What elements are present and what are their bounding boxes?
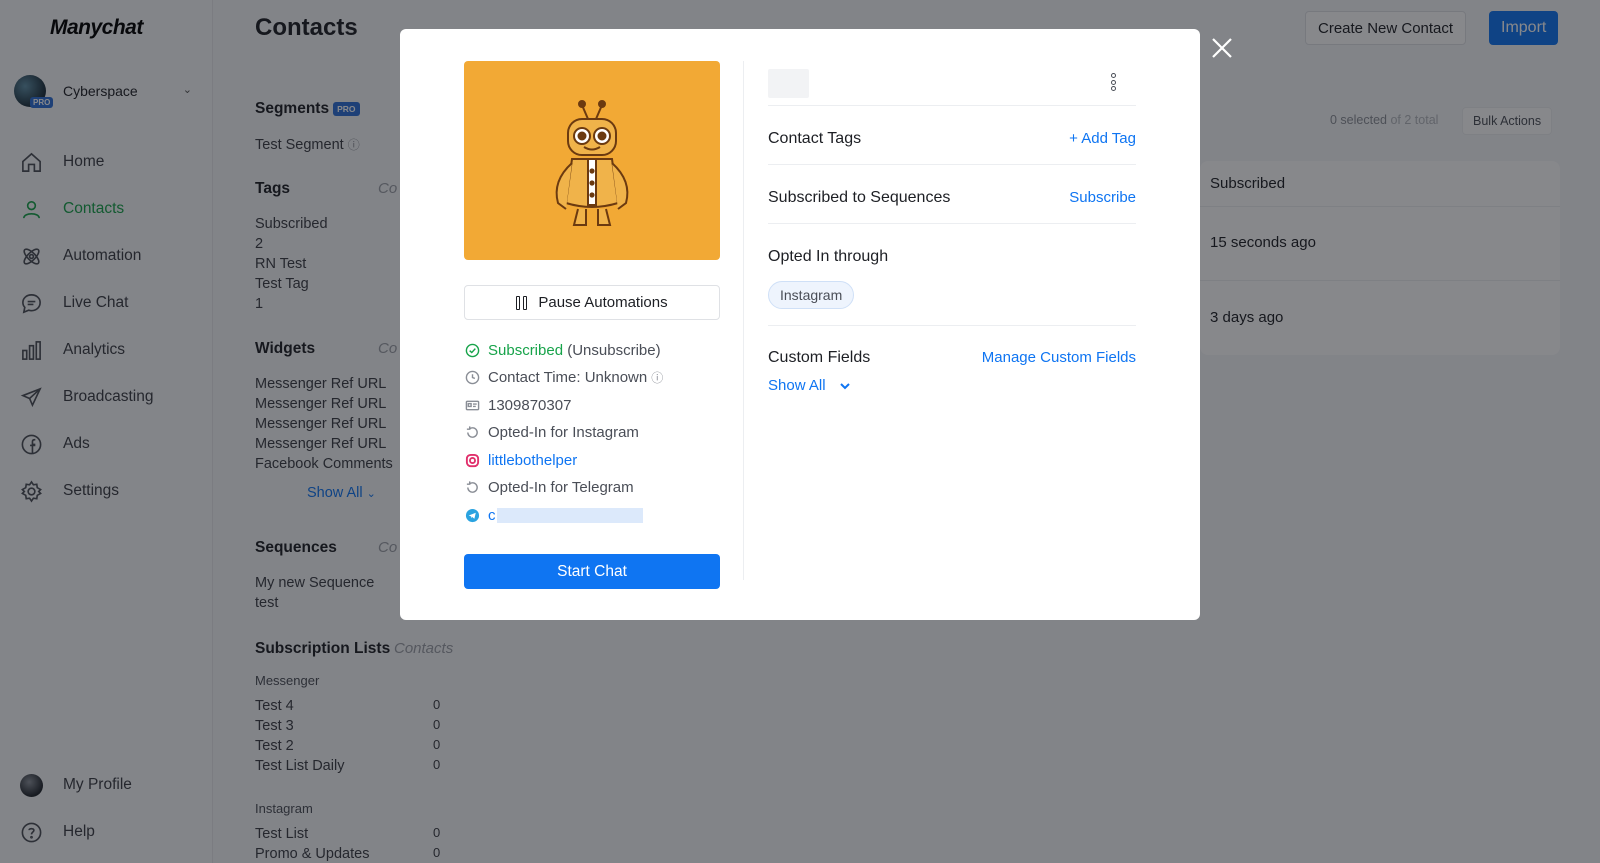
telegram-handle[interactable]: c <box>488 507 496 524</box>
opt-in-icon <box>464 479 480 495</box>
more-options-icon[interactable] <box>1105 71 1121 93</box>
redacted-text <box>496 507 643 523</box>
contact-time-row: Contact Time: Unknown ⓘ <box>464 366 663 388</box>
opt-in-icon <box>464 424 480 440</box>
pause-automations-button[interactable]: Pause Automations <box>464 285 720 320</box>
help-icon[interactable]: ⓘ <box>651 369 663 386</box>
show-all-label: Show All <box>768 377 826 394</box>
contact-id: 1309870307 <box>488 396 572 414</box>
clock-icon <box>464 369 480 385</box>
instagram-icon <box>464 452 480 468</box>
close-icon <box>1212 38 1232 58</box>
status-subscribed: Subscribed <box>488 341 564 359</box>
divider <box>768 105 1136 106</box>
divider <box>768 223 1136 224</box>
contact-time: Contact Time: Unknown <box>488 368 648 386</box>
divider <box>768 325 1136 326</box>
contact-avatar <box>464 61 720 260</box>
instagram-handle-row: littlebothelper <box>464 449 577 471</box>
pause-label: Pause Automations <box>538 294 668 311</box>
pause-icon <box>516 295 528 310</box>
opted-telegram-row: Opted-In for Telegram <box>464 476 634 498</box>
subscription-status: Subscribed (Unsubscribe) <box>464 339 661 361</box>
opted-instagram-row: Opted-In for Instagram <box>464 421 639 443</box>
start-chat-button[interactable]: Start Chat <box>464 554 720 589</box>
sequences-label: Subscribed to Sequences <box>768 189 951 206</box>
manage-custom-fields-link[interactable]: Manage Custom Fields <box>982 349 1136 366</box>
opted-telegram: Opted-In for Telegram <box>488 478 634 496</box>
unsubscribe-link[interactable]: (Unsubscribe) <box>567 342 660 359</box>
custom-fields-show-all[interactable]: Show All <box>768 377 851 394</box>
contact-modal: Pause Automations Subscribed (Unsubscrib… <box>400 29 1200 620</box>
divider <box>743 61 744 580</box>
robot-icon <box>555 99 629 226</box>
contact-name-placeholder <box>768 69 809 98</box>
telegram-handle-row: c <box>464 504 643 526</box>
chevron-down-icon <box>839 382 850 389</box>
opt-in-channel-chip: Instagram <box>768 281 855 309</box>
opted-instagram: Opted-In for Instagram <box>488 423 639 441</box>
instagram-handle[interactable]: littlebothelper <box>488 452 577 469</box>
contact-tags-label: Contact Tags <box>768 130 862 147</box>
subscribe-button[interactable]: Subscribe <box>1069 189 1136 206</box>
id-card-icon <box>464 397 480 413</box>
close-modal-button[interactable] <box>1210 36 1234 60</box>
add-tag-button[interactable]: + Add Tag <box>1069 130 1136 147</box>
opted-in-label: Opted In through <box>768 248 889 265</box>
divider <box>768 164 1136 165</box>
contact-id-row: 1309870307 <box>464 394 571 416</box>
custom-fields-label: Custom Fields <box>768 349 871 366</box>
check-circle-icon <box>464 342 480 358</box>
telegram-icon <box>464 507 480 523</box>
